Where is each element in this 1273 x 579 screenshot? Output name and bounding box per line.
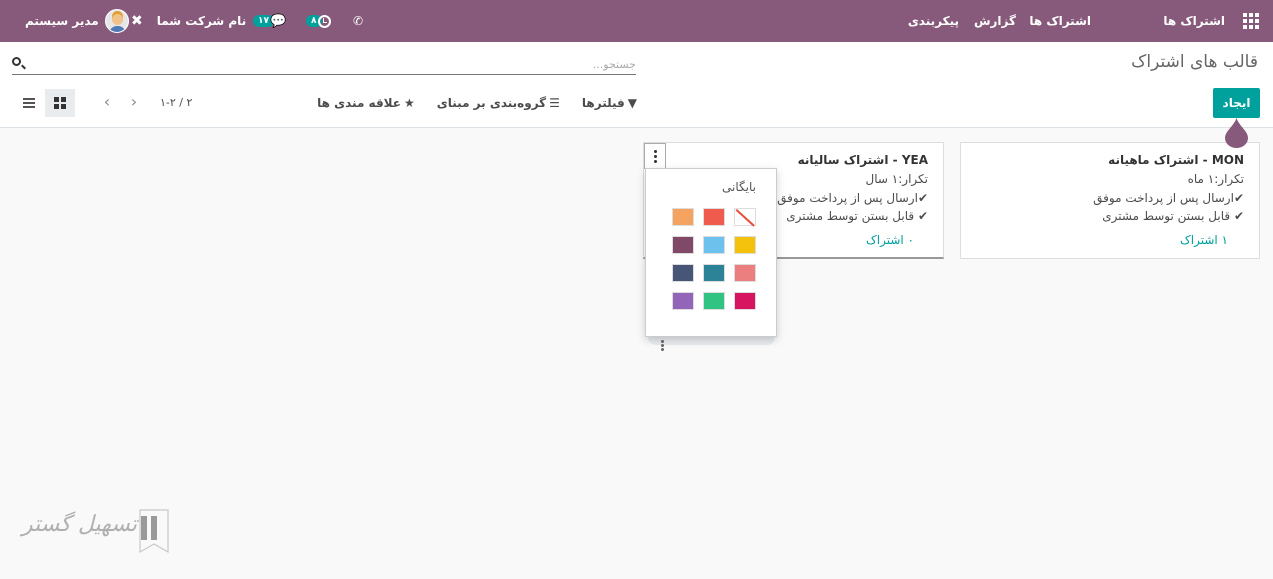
app-brand[interactable]: اشتراک ها xyxy=(1163,0,1225,42)
messaging-menu[interactable]: ۱۷ 💬 xyxy=(253,0,286,42)
card-check: ✔ارسال پس از پرداخت موفق xyxy=(777,191,928,205)
chevron-right-icon[interactable]: › xyxy=(125,94,143,112)
filter-icon: ▼ xyxy=(627,96,637,110)
activity-menu[interactable]: ۸ xyxy=(306,0,331,42)
create-button[interactable]: ایجاد xyxy=(1213,88,1260,118)
control-panel: قالب های اشتراک ایجاد ▼ فیلترها ☰ گروه‌ب… xyxy=(0,42,1273,148)
pager-value[interactable]: ۱-۲ / ۲ xyxy=(160,96,192,109)
kanban-view-button[interactable] xyxy=(45,89,75,117)
color-swatch[interactable] xyxy=(672,208,694,226)
search-icon[interactable] xyxy=(12,57,21,66)
card-title: MON - اشتراک ماهیانه xyxy=(1108,153,1244,167)
groupby-label: گروه‌بندی بر مبنای xyxy=(436,96,547,110)
company-switcher[interactable]: ✖ نام شرکت شما xyxy=(131,0,246,42)
kanban-icon xyxy=(54,97,66,109)
favorites-button[interactable]: ★ علاقه مندی ها xyxy=(317,96,415,110)
card-menu-button[interactable] xyxy=(644,143,666,169)
color-swatch[interactable] xyxy=(703,264,725,282)
apps-menu-icon[interactable] xyxy=(1241,0,1261,42)
search-input[interactable] xyxy=(56,54,636,74)
page-title: قالب های اشتراک xyxy=(1131,52,1258,72)
card-check: ✔ قابل بستن توسط مشتری xyxy=(786,209,928,223)
check-icon: ✔ xyxy=(917,209,928,223)
watermark-text: تسهیل گستر xyxy=(22,512,138,537)
groupby-button[interactable]: ☰ گروه‌بندی بر مبنای xyxy=(437,96,560,110)
menu-configuration[interactable]: پیکربندی xyxy=(908,0,959,42)
search-options: ▼ فیلترها ☰ گروه‌بندی بر مبنای ★ علاقه م… xyxy=(317,96,637,110)
favorites-label: علاقه مندی ها xyxy=(317,96,401,110)
avatar xyxy=(104,9,129,33)
color-swatch[interactable] xyxy=(703,292,725,310)
user-name: مدیر سیستم xyxy=(25,14,99,28)
color-swatch[interactable] xyxy=(672,292,694,310)
kanban-card[interactable]: MON - اشتراک ماهیانه تکرار:۱ ماه ✔ارسال … xyxy=(960,142,1260,259)
check-icon: ✔ xyxy=(1233,209,1244,223)
clock-icon xyxy=(317,14,331,28)
card-check: ✔ قابل بستن توسط مشتری xyxy=(1102,209,1244,223)
check-icon: ✔ xyxy=(1233,191,1244,205)
menu-subscriptions[interactable]: اشتراک ها xyxy=(1029,0,1091,42)
list-icon xyxy=(23,98,35,108)
chat-icon: 💬 xyxy=(270,13,287,29)
bars-icon: ☰ xyxy=(549,96,560,110)
no-color-swatch[interactable] xyxy=(734,208,756,226)
color-swatch[interactable] xyxy=(734,236,756,254)
card-recurrence: تکرار:۱ سال xyxy=(865,172,928,186)
color-swatch[interactable] xyxy=(734,292,756,310)
top-navbar: اشتراک ها اشتراک ها گزارش پیکربندی ✆ ۸ ۱… xyxy=(0,0,1273,42)
tip-drop-icon xyxy=(1225,118,1248,148)
menu-reporting[interactable]: گزارش xyxy=(974,0,1016,42)
user-menu[interactable]: مدیر سیستم xyxy=(25,0,129,42)
search-bar xyxy=(12,54,636,75)
archive-menu-item[interactable]: بایگانی xyxy=(722,180,756,194)
tools-icon: ✖ xyxy=(131,13,143,29)
chevron-left-icon[interactable]: ‹ xyxy=(98,94,116,112)
color-swatch[interactable] xyxy=(703,208,725,226)
color-swatch[interactable] xyxy=(703,236,725,254)
filters-button[interactable]: ▼ فیلترها xyxy=(582,96,637,110)
card-dropdown-menu: بایگانی xyxy=(645,168,777,337)
color-swatch[interactable] xyxy=(672,236,694,254)
card-title: YEA - اشتراک سالیانه xyxy=(797,153,928,167)
card-recurrence: تکرار:۱ ماه xyxy=(1187,172,1244,186)
card-subscriptions-link[interactable]: ۰ اشتراک xyxy=(866,233,914,247)
card-subscriptions-link[interactable]: ۱ اشتراک xyxy=(1180,233,1228,247)
phone-icon[interactable]: ✆ xyxy=(353,0,363,42)
company-name: نام شرکت شما xyxy=(156,14,247,28)
dropdown-handle-icon xyxy=(661,340,664,351)
list-view-button[interactable] xyxy=(14,89,44,117)
check-icon: ✔ xyxy=(917,191,928,205)
color-swatch[interactable] xyxy=(734,264,756,282)
star-icon: ★ xyxy=(404,96,415,110)
card-check: ✔ارسال پس از پرداخت موفق xyxy=(1093,191,1244,205)
color-swatch[interactable] xyxy=(672,264,694,282)
color-picker xyxy=(672,208,756,310)
filters-label: فیلترها xyxy=(581,96,625,110)
